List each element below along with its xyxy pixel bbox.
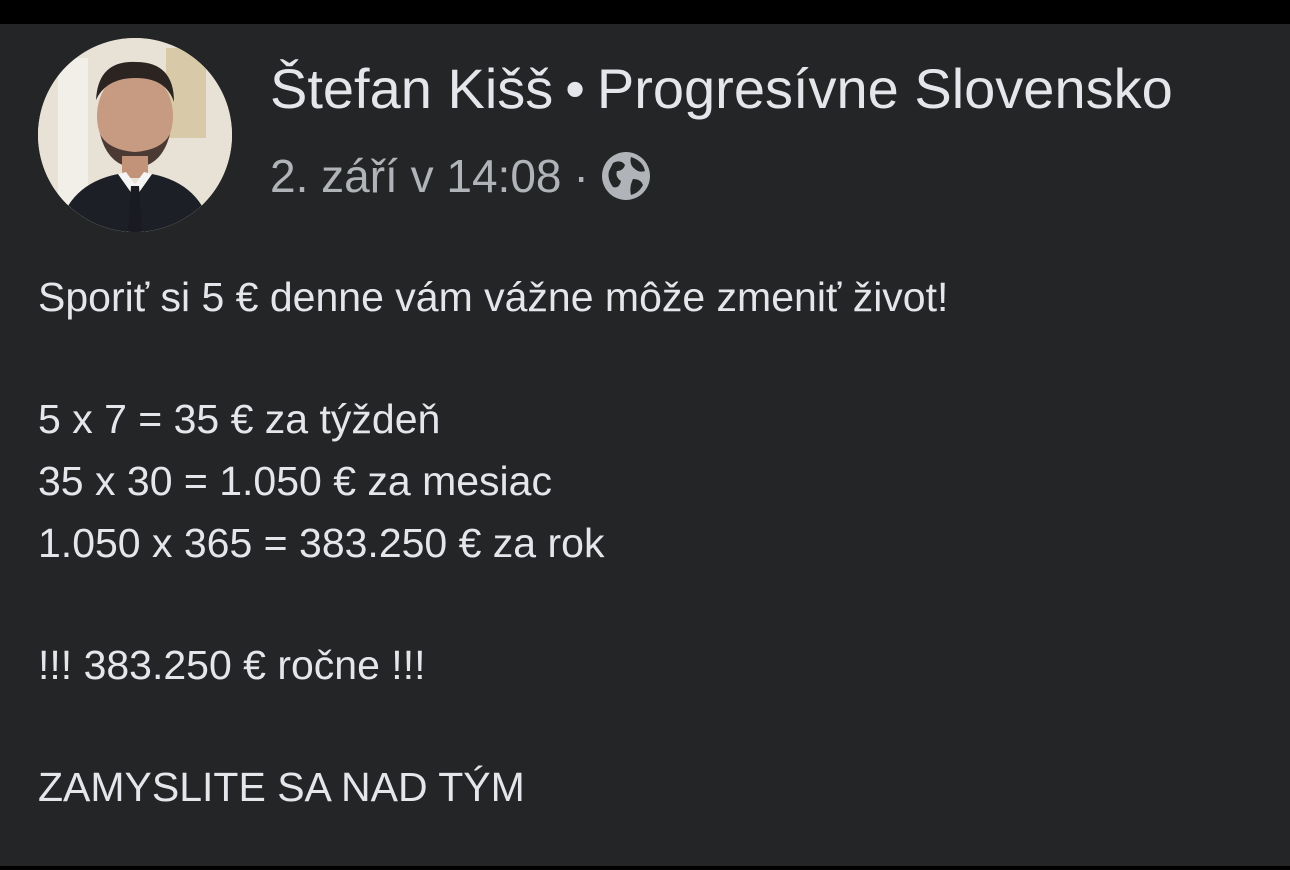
author-avatar[interactable] xyxy=(38,38,232,232)
author-name-link[interactable]: Štefan Kišš xyxy=(270,57,553,120)
meta-separator: · xyxy=(573,150,589,202)
post-line-calc-month: 35 x 30 = 1.050 € za mesiac xyxy=(38,458,552,504)
globe-icon[interactable] xyxy=(599,149,653,203)
post-line-result: !!! 383.250 € ročne !!! xyxy=(38,642,426,688)
avatar-portrait-icon xyxy=(38,38,232,232)
post-line-calc-year: 1.050 x 365 = 383.250 € za rok xyxy=(38,520,605,566)
header-separator: • xyxy=(565,57,585,120)
post-body: Sporiť si 5 € denne vám vážne môže zmeni… xyxy=(38,266,948,818)
post-timestamp-link[interactable]: 2. září v 14:08 xyxy=(270,146,562,206)
post-meta: 2. září v 14:08 · xyxy=(270,146,653,206)
post-card: Štefan Kišš • Progresívne Slovensko 2. zář… xyxy=(0,24,1290,866)
post-line-calc-week: 5 x 7 = 35 € za týždeň xyxy=(38,396,441,442)
post-header-title: Štefan Kišš • Progresívne Slovensko xyxy=(270,54,1173,124)
post-line-outro: ZAMYSLITE SA NAD TÝM xyxy=(38,764,525,810)
post-line-intro: Sporiť si 5 € denne vám vážne môže zmeni… xyxy=(38,274,949,320)
page-name-link[interactable]: Progresívne Slovensko xyxy=(597,57,1173,120)
